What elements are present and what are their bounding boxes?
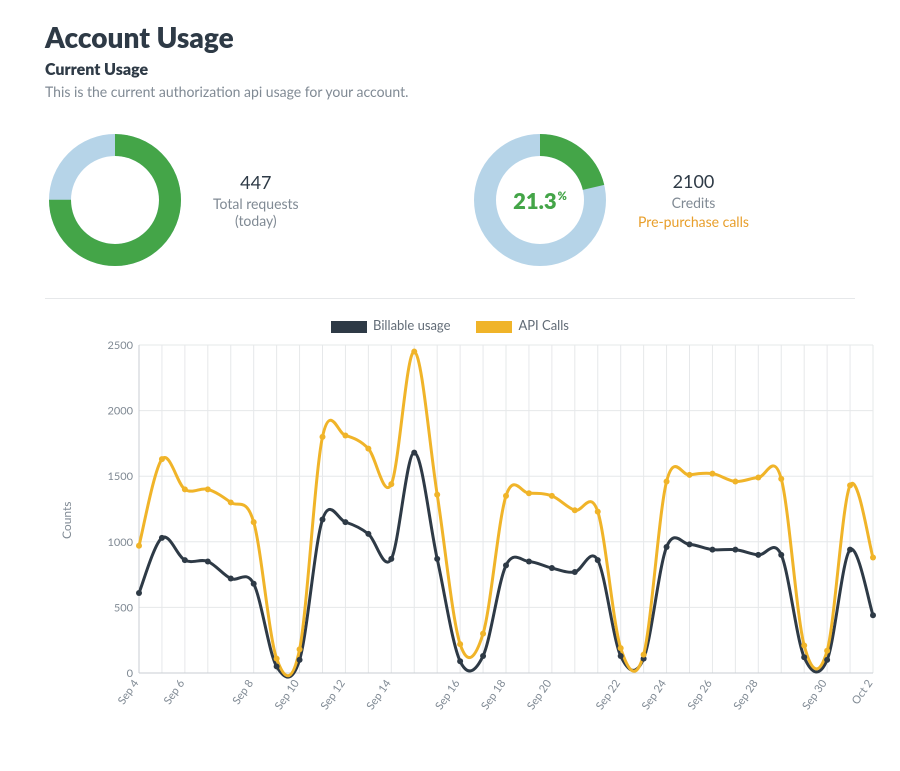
svg-text:Sep 24: Sep 24 xyxy=(639,677,669,712)
credits-meta: 2100 Credits Pre-purchase calls xyxy=(638,170,749,231)
usage-summary-row: 447 Total requests (today) 21.3% 2100 Cr… xyxy=(45,130,855,299)
legend-item-billable: Billable usage xyxy=(331,317,450,333)
total-requests-value: 447 xyxy=(213,171,299,193)
legend-swatch-icon xyxy=(476,321,512,333)
credits-donut: 21.3% xyxy=(470,130,610,270)
svg-text:Sep 28: Sep 28 xyxy=(731,677,761,712)
total-requests-sublabel: (today) xyxy=(213,212,299,229)
svg-text:Sep 22: Sep 22 xyxy=(593,677,623,712)
svg-text:500: 500 xyxy=(114,601,134,614)
credits-donut-center: 21.3% xyxy=(470,130,610,270)
donut-chart-icon xyxy=(45,130,185,270)
svg-text:Sep 18: Sep 18 xyxy=(479,677,509,712)
section-description: This is the current authorization api us… xyxy=(45,83,855,100)
svg-text:1500: 1500 xyxy=(107,470,133,483)
total-requests-donut xyxy=(45,130,185,270)
svg-text:2500: 2500 xyxy=(107,339,133,352)
svg-text:Sep 26: Sep 26 xyxy=(685,677,715,712)
svg-text:Sep 16: Sep 16 xyxy=(433,677,463,712)
credits-value: 2100 xyxy=(638,170,749,192)
total-requests-block: 447 Total requests (today) xyxy=(45,130,430,270)
page-title: Account Usage xyxy=(45,20,855,54)
svg-text:1000: 1000 xyxy=(107,536,133,549)
legend-swatch-icon xyxy=(331,321,367,333)
svg-text:Sep 10: Sep 10 xyxy=(272,677,302,712)
y-axis-title: Counts xyxy=(59,501,74,539)
svg-text:Sep 12: Sep 12 xyxy=(318,677,348,712)
credits-block: 21.3% 2100 Credits Pre-purchase calls xyxy=(470,130,855,270)
section-title: Current Usage xyxy=(45,60,855,79)
svg-text:Sep 6: Sep 6 xyxy=(161,677,187,707)
pre-purchase-link[interactable]: Pre-purchase calls xyxy=(638,213,749,230)
total-requests-label: Total requests xyxy=(213,195,299,212)
svg-text:Sep 14: Sep 14 xyxy=(364,677,394,712)
line-chart: 05001000150020002500Sep 4Sep 6Sep 8Sep 1… xyxy=(103,339,883,729)
svg-text:Sep 4: Sep 4 xyxy=(115,677,142,707)
total-requests-meta: 447 Total requests (today) xyxy=(213,171,299,229)
legend-item-api-calls: API Calls xyxy=(476,317,569,333)
credits-label: Credits xyxy=(638,194,749,211)
chart-legend: Billable usage API Calls xyxy=(45,317,855,333)
svg-text:Sep 30: Sep 30 xyxy=(800,677,830,712)
svg-text:Oct 2: Oct 2 xyxy=(849,677,875,707)
usage-chart: Counts 05001000150020002500Sep 4Sep 6Sep… xyxy=(45,339,855,729)
svg-text:Sep 8: Sep 8 xyxy=(230,677,256,707)
svg-text:2000: 2000 xyxy=(107,405,133,418)
svg-text:Sep 20: Sep 20 xyxy=(524,677,554,712)
